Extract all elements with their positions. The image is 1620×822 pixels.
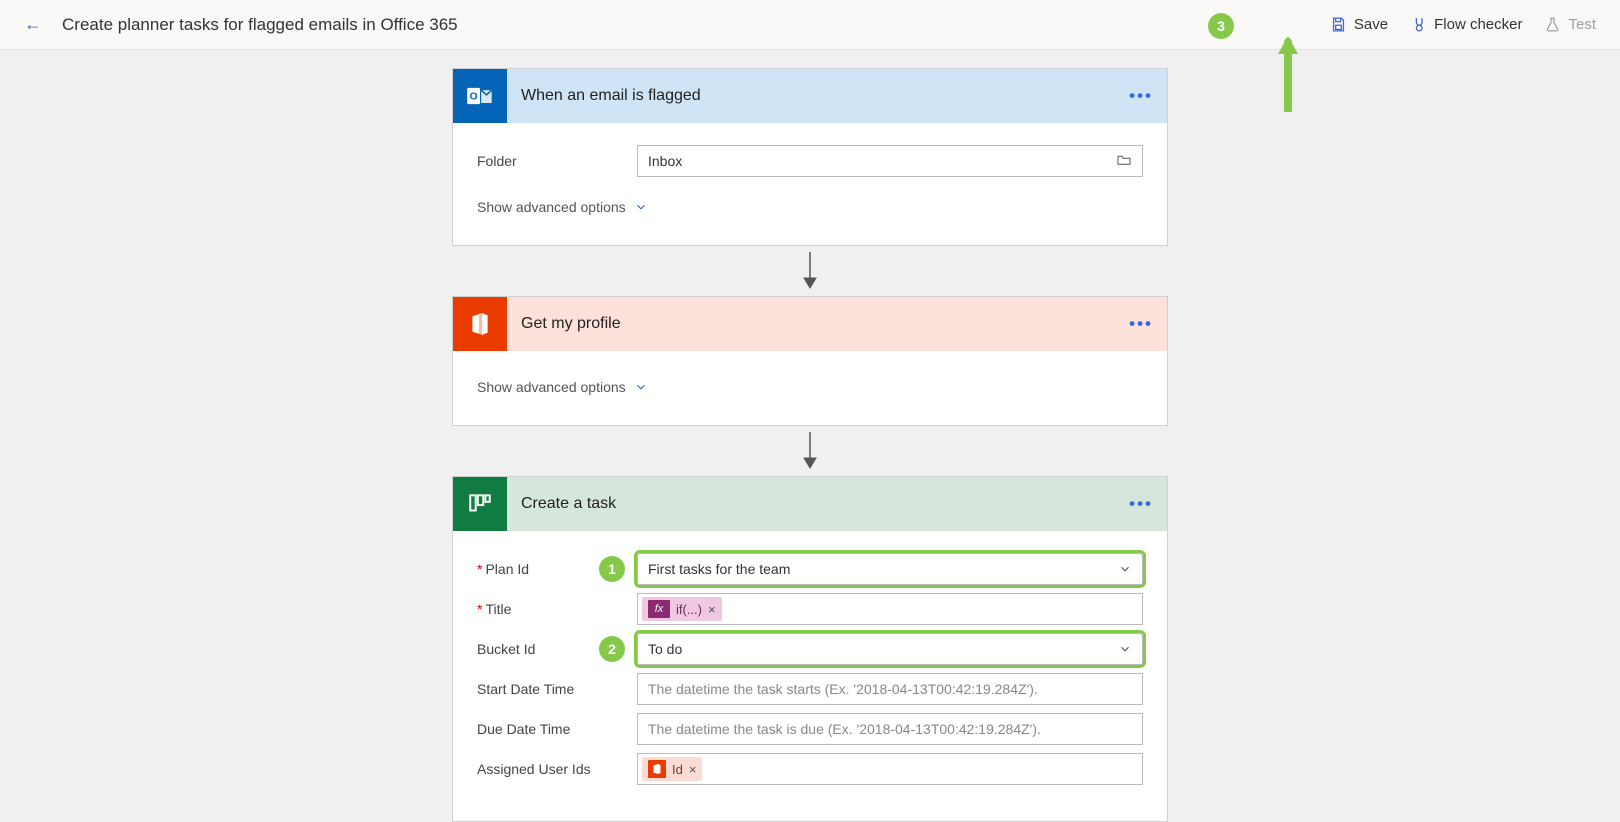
assigned-label: Assigned User Ids — [477, 761, 637, 777]
step-email-flagged: O When an email is flagged ••• Folder In… — [452, 68, 1168, 246]
step-header[interactable]: O When an email is flagged ••• — [453, 69, 1167, 123]
topbar: ← Create planner tasks for flagged email… — [0, 0, 1620, 50]
test-label: Test — [1568, 16, 1596, 33]
plan-id-value: First tasks for the team — [648, 561, 790, 577]
dynamic-token-id[interactable]: Id × — [642, 757, 702, 781]
due-date-label: Due Date Time — [477, 721, 637, 737]
chevron-down-icon — [1118, 562, 1132, 576]
step-menu[interactable]: ••• — [1129, 494, 1153, 514]
callout-badge-1: 1 — [599, 556, 625, 582]
folder-value: Inbox — [648, 153, 682, 169]
step-get-profile: Get my profile ••• Show advanced options — [452, 296, 1168, 426]
show-advanced-email[interactable]: Show advanced options — [477, 199, 648, 215]
chevron-down-icon — [634, 380, 648, 394]
step-title: When an email is flagged — [507, 87, 701, 105]
connector-arrow — [801, 246, 819, 296]
svg-text:O: O — [469, 91, 477, 103]
flow-checker-label: Flow checker — [1434, 16, 1522, 33]
start-date-input[interactable] — [637, 673, 1143, 705]
step-menu[interactable]: ••• — [1129, 86, 1153, 106]
chevron-down-icon — [634, 200, 648, 214]
chevron-down-icon — [1118, 642, 1132, 656]
test-button[interactable]: Test — [1544, 16, 1596, 33]
connector-arrow — [801, 426, 819, 476]
title-label: *Title — [477, 601, 637, 617]
folder-input[interactable]: Inbox — [637, 145, 1143, 177]
due-date-input[interactable] — [637, 713, 1143, 745]
back-button[interactable]: ← — [24, 14, 42, 35]
office-icon — [648, 760, 666, 778]
step-menu[interactable]: ••• — [1129, 314, 1153, 334]
start-date-label: Start Date Time — [477, 681, 637, 697]
expression-token[interactable]: fx if(...) × — [642, 597, 722, 621]
folder-label: Folder — [477, 153, 637, 169]
callout-badge-2: 2 — [599, 636, 625, 662]
flow-canvas: O When an email is flagged ••• Folder In… — [0, 50, 1620, 822]
save-label: Save — [1354, 16, 1388, 33]
step-create-task: Create a task ••• *Plan Id 1 First tasks… — [452, 476, 1168, 822]
title-input[interactable]: fx if(...) × — [637, 593, 1143, 625]
remove-token[interactable]: × — [689, 762, 697, 777]
outlook-icon: O — [453, 69, 507, 123]
flow-checker-button[interactable]: Flow checker — [1410, 16, 1522, 33]
remove-token[interactable]: × — [708, 602, 716, 617]
save-button[interactable]: Save — [1330, 16, 1388, 33]
fx-icon: fx — [648, 600, 670, 618]
planner-icon — [453, 477, 507, 531]
save-icon — [1330, 16, 1347, 33]
test-icon — [1544, 16, 1561, 33]
bucket-id-value: To do — [648, 641, 682, 657]
office-icon — [453, 297, 507, 351]
show-advanced-profile[interactable]: Show advanced options — [477, 379, 648, 395]
plan-id-select[interactable]: First tasks for the team — [637, 553, 1143, 585]
flow-title: Create planner tasks for flagged emails … — [62, 15, 1330, 35]
step-title: Create a task — [507, 495, 616, 513]
step-header[interactable]: Create a task ••• — [453, 477, 1167, 531]
toolbar-actions: Save Flow checker Test — [1330, 16, 1596, 33]
flow-checker-icon — [1410, 16, 1427, 33]
step-title: Get my profile — [507, 315, 621, 333]
assigned-input[interactable]: Id × — [637, 753, 1143, 785]
step-header[interactable]: Get my profile ••• — [453, 297, 1167, 351]
folder-picker-icon[interactable] — [1116, 152, 1132, 170]
bucket-id-select[interactable]: To do — [637, 633, 1143, 665]
